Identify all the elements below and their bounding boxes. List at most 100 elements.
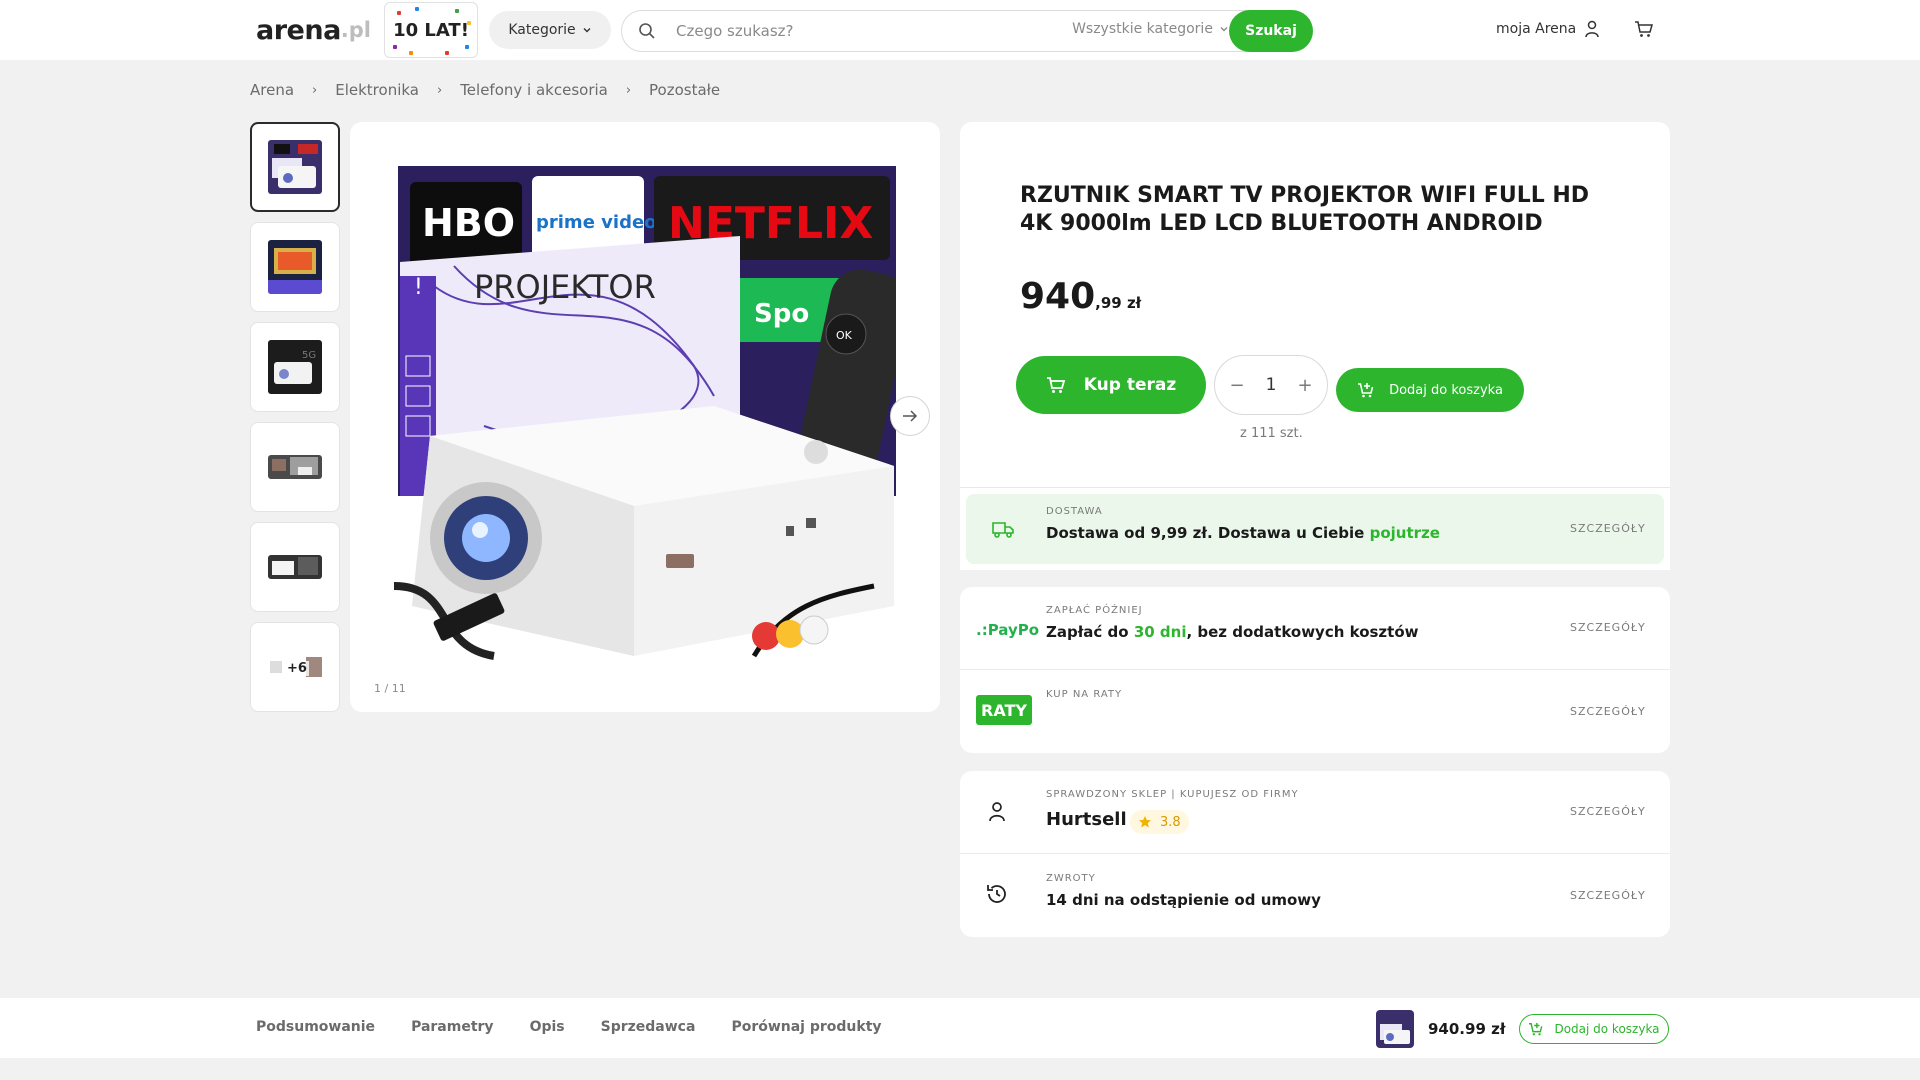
svg-text:!: ! <box>414 275 423 300</box>
thumbnail-list: 5G +6 <box>250 122 340 722</box>
divider <box>960 853 1670 854</box>
svg-text:5G: 5G <box>302 350 316 361</box>
svg-text:PROJEKTOR: PROJEKTOR <box>474 268 656 306</box>
thumbnail-4[interactable] <box>250 422 340 512</box>
gallery-counter: 1 / 11 <box>374 682 406 695</box>
tab-compare[interactable]: Porównaj produkty <box>731 1019 881 1035</box>
price-integer: 940 <box>1020 276 1096 317</box>
seller-card: SPRAWDZONY SKLEP | KUPUJESZ OD FIRMY Hur… <box>960 771 1670 937</box>
delivery-details-link[interactable]: SZCZEGÓŁY <box>1570 522 1646 535</box>
seller-details-link[interactable]: SZCZEGÓŁY <box>1570 805 1646 818</box>
add-to-cart-button[interactable]: Dodaj do koszyka <box>1336 368 1524 412</box>
paypo-text: Zapłać do 30 dni, bez dodatkowych kosztó… <box>1046 623 1419 641</box>
raty-label: KUP NA RATY <box>1046 689 1123 700</box>
quantity-value[interactable]: 1 <box>1266 375 1277 395</box>
raty-details-link[interactable]: SZCZEGÓŁY <box>1570 705 1646 718</box>
breadcrumb: Arena › Elektronika › Telefony i akcesor… <box>250 81 720 99</box>
breadcrumb-separator: › <box>436 82 443 98</box>
breadcrumb-item[interactable]: Elektronika <box>335 81 419 99</box>
paypo-text-suffix: , bez dodatkowych kosztów <box>1186 623 1419 641</box>
seller-icon <box>984 799 1010 825</box>
divider <box>960 669 1670 670</box>
paypo-days: 30 dni <box>1133 623 1187 641</box>
svg-text:OK: OK <box>836 329 853 342</box>
tab-parameters[interactable]: Parametry <box>411 1019 494 1035</box>
projector-main-image[interactable]: HBO prime video NETFLIX Spo OK PROJEKTOR… <box>394 166 896 668</box>
chevron-down-icon <box>1220 27 1228 32</box>
paypo-text-prefix: Zapłać do <box>1046 623 1134 641</box>
breadcrumb-separator: › <box>625 82 632 98</box>
thumbnail-more[interactable]: +6 <box>250 622 340 712</box>
logo-suffix: .pl <box>340 18 372 42</box>
sticky-add-to-cart-button[interactable]: Dodaj do koszyka <box>1519 1014 1669 1044</box>
arena-logo[interactable]: arena .pl <box>256 14 371 46</box>
returns-icon <box>984 881 1010 907</box>
add-to-cart-icon <box>1358 383 1374 398</box>
anniversary-text: 10 LAT! <box>393 19 469 41</box>
logo-text: arena <box>256 14 341 46</box>
delivery-text-main: Dostawa od 9,99 zł. Dostawa u Ciebie <box>1046 524 1370 542</box>
add-to-cart-label: Dodaj do koszyka <box>1389 382 1503 398</box>
product-gallery: HBO prime video NETFLIX Spo OK PROJEKTOR… <box>350 122 940 712</box>
user-icon <box>1585 20 1599 38</box>
payment-card: .:PayPo ZAPŁAĆ PÓŹNIEJ Zapłać do 30 dni,… <box>960 587 1670 753</box>
breadcrumb-item[interactable]: Arena <box>250 81 294 99</box>
thumbnail-1[interactable] <box>250 122 340 212</box>
buy-now-label: Kup teraz <box>1083 375 1177 395</box>
seller-name[interactable]: Hurtsell <box>1046 809 1127 830</box>
anniversary-badge[interactable]: 10 LAT! <box>384 2 478 58</box>
seller-rating-value: 3.8 <box>1160 814 1181 830</box>
projector-thumbnail-image <box>268 455 322 479</box>
thumbnail-3[interactable]: 5G <box>250 322 340 412</box>
tab-seller[interactable]: Sprzedawca <box>601 1019 696 1035</box>
search-input[interactable] <box>676 19 1056 43</box>
tab-description[interactable]: Opis <box>530 1019 565 1035</box>
svg-text:HBO: HBO <box>422 201 515 245</box>
delivery-section: DOSTAWA Dostawa od 9,99 zł. Dostawa u Ci… <box>960 487 1670 569</box>
breadcrumb-separator: › <box>312 82 318 98</box>
thumbnail-2[interactable] <box>250 222 340 312</box>
projector-thumbnail-image: 5G <box>268 340 322 394</box>
quantity-stepper: − 1 + <box>1214 355 1328 415</box>
header: arena.pl 10 LAT! Kategorie Wszystkie kat… <box>0 0 1920 60</box>
projector-thumbnail-image <box>268 140 322 194</box>
tab-summary[interactable]: Podsumowanie <box>256 1019 375 1035</box>
paypo-label: ZAPŁAĆ PÓŹNIEJ <box>1046 605 1143 616</box>
section-tabs: Podsumowanie Parametry Opis Sprzedawca P… <box>256 1019 882 1035</box>
product-price: 940 ,99 zł <box>1020 276 1141 317</box>
sticky-price: 940.99 zł <box>1428 1020 1506 1038</box>
categories-label: Kategorie <box>508 22 576 38</box>
thumbnail-5[interactable] <box>250 522 340 612</box>
quantity-increase-button[interactable]: + <box>1297 375 1313 396</box>
truck-icon <box>990 516 1016 542</box>
arrow-right-icon <box>903 410 918 422</box>
gallery-next-button[interactable] <box>890 396 930 436</box>
returns-details-link[interactable]: SZCZEGÓŁY <box>1570 889 1646 902</box>
product-title: RZUTNIK SMART TV PROJEKTOR WIFI FULL HD … <box>1020 183 1590 236</box>
categories-button[interactable]: Kategorie <box>489 11 611 49</box>
quantity-decrease-button[interactable]: − <box>1229 375 1245 396</box>
chevron-down-icon <box>583 28 591 33</box>
cart-icon[interactable] <box>1634 20 1654 38</box>
svg-text:prime video: prime video <box>536 212 657 233</box>
search-button[interactable]: Szukaj <box>1229 10 1313 52</box>
account-label: moja Arena <box>1496 21 1577 37</box>
buy-now-button[interactable]: Kup teraz <box>1016 356 1206 414</box>
stock-note: z 111 szt. <box>1240 426 1303 441</box>
delivery-date: pojutrze <box>1369 524 1440 542</box>
delivery-box[interactable]: DOSTAWA Dostawa od 9,99 zł. Dostawa u Ci… <box>966 494 1664 564</box>
seller-label: SPRAWDZONY SKLEP | KUPUJESZ OD FIRMY <box>1046 789 1299 800</box>
star-icon <box>1139 816 1151 828</box>
more-images-count: +6 <box>285 661 309 676</box>
paypo-details-link[interactable]: SZCZEGÓŁY <box>1570 621 1646 634</box>
product-mini-thumbnail <box>1376 1010 1414 1048</box>
search-category-select[interactable]: Wszystkie kategorie <box>1063 21 1238 37</box>
price-decimal: ,99 zł <box>1095 294 1142 312</box>
account-link[interactable]: moja Arena <box>1496 20 1600 38</box>
breadcrumb-item[interactable]: Pozostałe <box>649 81 720 99</box>
sticky-add-to-cart-label: Dodaj do koszyka <box>1554 1022 1660 1036</box>
delivery-text: Dostawa od 9,99 zł. Dostawa u Ciebie poj… <box>1046 524 1440 542</box>
search-bar: Wszystkie kategorie Szukaj <box>621 10 1313 52</box>
breadcrumb-item[interactable]: Telefony i akcesoria <box>460 81 608 99</box>
search-icon <box>639 23 655 39</box>
